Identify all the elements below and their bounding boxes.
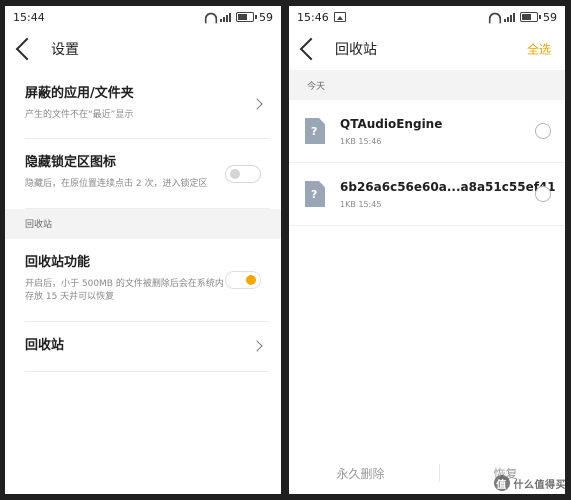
screenshot-stage: 15:44 59 设置 屏蔽的应用/文件夹 产生的文件不在“最近”显示 隐藏锁定… [0,0,571,500]
status-right: 59 [487,11,557,24]
battery-icon [236,12,257,22]
blocked-apps-folders-desc: 产生的文件不在“最近”显示 [25,109,134,120]
file-size-time: 1KB 15:46 [340,136,382,146]
status-time: 15:44 [13,10,45,24]
file-meta: QTAudioEngine 1KB 15:46 [340,117,442,146]
image-icon [333,12,346,22]
blocked-apps-folders-row[interactable]: 屏蔽的应用/文件夹 产生的文件不在“最近”显示 [25,70,269,140]
watermark-badge-icon: 值 [493,475,510,491]
file-row[interactable]: ? QTAudioEngine 1KB 15:46 [289,100,565,163]
battery-icon [520,12,541,22]
left-phone-screen: 15:44 59 设置 屏蔽的应用/文件夹 产生的文件不在“最近”显示 隐藏锁定… [5,6,281,494]
signal-icon [220,12,231,22]
blocked-apps-folders-title: 屏蔽的应用/文件夹 [25,86,134,101]
recycle-bin-title: 回收站 [25,337,65,353]
status-bar: 15:46 59 [289,6,565,28]
battery-level: 59 [543,10,557,24]
recycle-feature-toggle[interactable] [225,270,261,289]
recycle-feature-desc: 开启后，小于 500MB 的文件被删除后会在系统内存放 15 天并可以恢复 [25,278,224,303]
recycle-bin-header: 回收站 全选 [289,28,565,70]
date-section-header: 今天 [289,70,565,100]
back-icon[interactable] [15,37,39,61]
watermark-text: 什么值得买 [513,479,566,491]
recycle-feature-row[interactable]: 回收站功能 开启后，小于 500MB 的文件被删除后会在系统内存放 15 天并可… [25,239,269,322]
settings-header: 设置 [5,28,281,70]
file-size-time: 1KB 15:45 [340,199,382,209]
toggle-knob [246,274,256,285]
file-name: 6b26a6c56e60a...a8a51c55ef41 [340,179,556,194]
status-left: 15:46 [297,11,346,24]
unknown-file-icon: ? [305,181,325,207]
unknown-file-icon: ? [305,118,325,144]
hide-lock-icon-toggle[interactable] [225,164,261,183]
status-bar: 15:44 59 [5,6,281,28]
right-phone-screen: 15:46 59 回收站 全选 今天 ? QTAudioEngine 1KB 1… [289,6,565,494]
wifi-icon [203,12,215,22]
hide-lock-icon-row[interactable]: 隐藏锁定区图标 隐藏后，在原位置连续点击 2 次，进入锁定区 [25,139,269,209]
page-title: 设置 [51,42,79,58]
back-icon[interactable] [299,37,323,61]
file-select-radio[interactable] [535,123,551,139]
signal-icon [504,12,515,22]
file-meta: 6b26a6c56e60a...a8a51c55ef41 1KB 15:45 [340,180,556,209]
status-right: 59 [203,11,273,24]
battery-level: 59 [259,10,273,24]
file-row[interactable]: ? 6b26a6c56e60a...a8a51c55ef41 1KB 15:45 [289,163,565,226]
toggle-knob [230,168,240,179]
wifi-icon [487,12,499,22]
bottom-divider [438,464,440,482]
recycle-section-header: 回收站 [5,208,281,239]
page-title: 回收站 [335,42,377,58]
site-watermark: 值 什么值得买 [493,475,567,491]
permanent-delete-button[interactable]: 永久删除 [336,465,384,482]
file-name: QTAudioEngine [340,116,443,131]
select-all-button[interactable]: 全选 [527,41,551,58]
status-left: 15:44 [13,11,45,24]
file-select-radio[interactable] [535,186,551,202]
recycle-bin-row[interactable]: 回收站 [25,322,269,372]
status-time: 15:46 [297,10,329,24]
recycle-feature-title: 回收站功能 [25,254,91,270]
hide-lock-icon-desc: 隐藏后，在原位置连续点击 2 次，进入锁定区 [25,179,208,190]
